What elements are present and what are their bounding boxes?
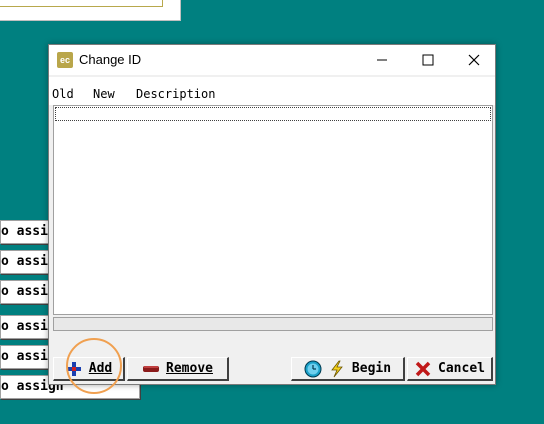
title-bar[interactable]: ec Change ID	[49, 45, 495, 75]
change-id-dialog: ec Change ID Old New Description Add Rem…	[48, 44, 496, 385]
background-window	[0, 0, 181, 21]
begin-button[interactable]: Begin	[291, 357, 405, 381]
close-icon	[468, 54, 480, 66]
begin-button-label: Begin	[351, 361, 392, 376]
column-header-old[interactable]: Old	[52, 87, 74, 101]
x-icon	[414, 360, 432, 378]
maximize-button[interactable]	[405, 45, 451, 75]
remove-button-label: Remove	[166, 361, 213, 376]
column-headers: Old New Description	[49, 77, 495, 105]
clock-icon	[304, 360, 322, 378]
lightning-icon	[328, 360, 346, 378]
dialog-title: Change ID	[79, 52, 142, 67]
add-button-label: Add	[88, 361, 113, 376]
add-button[interactable]: Add	[53, 357, 125, 381]
minimize-icon	[377, 59, 387, 61]
remove-button[interactable]: Remove	[127, 357, 229, 381]
status-field	[53, 317, 493, 331]
app-icon: ec	[57, 52, 73, 68]
background-window-frame	[0, 0, 163, 7]
id-change-list[interactable]	[53, 105, 493, 315]
minimize-button[interactable]	[359, 45, 405, 75]
cancel-button[interactable]: Cancel	[407, 357, 493, 381]
plus-icon	[65, 360, 83, 378]
maximize-icon	[422, 54, 434, 66]
column-header-new[interactable]: New	[93, 87, 115, 101]
close-button[interactable]	[451, 45, 497, 75]
column-header-description[interactable]: Description	[136, 87, 215, 101]
cancel-button-label: Cancel	[438, 361, 485, 376]
minus-icon	[142, 360, 160, 378]
list-focus-row[interactable]	[55, 107, 491, 121]
